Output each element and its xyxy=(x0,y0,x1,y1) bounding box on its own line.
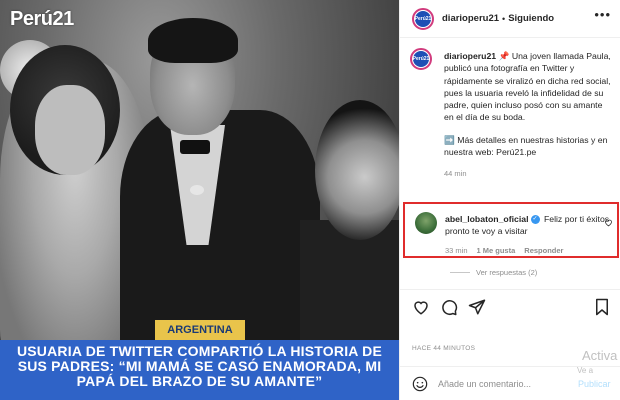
comment-bubble-icon[interactable] xyxy=(440,298,458,316)
caption-description: Una joven llamada Paula, publicó una fot… xyxy=(444,51,611,123)
verified-badge-icon: ✓ xyxy=(530,215,540,225)
post-image[interactable]: Perú21 ARGENTINA USUARIA DE TWITTER COMP… xyxy=(0,0,399,400)
lapel-flower xyxy=(190,185,204,195)
pin-icon: 📌 xyxy=(498,51,510,61)
country-tag: ARGENTINA xyxy=(155,320,245,340)
posted-time: HACE 44 MINUTOS xyxy=(412,345,476,352)
publish-button[interactable]: Publicar xyxy=(578,379,611,389)
account-username[interactable]: diarioperu21 xyxy=(442,13,499,24)
caption-username[interactable]: diarioperu21 xyxy=(444,51,496,61)
brand-logo: Perú21 xyxy=(10,8,74,30)
caption-time: 44 min xyxy=(444,169,467,179)
activation-watermark: Activa xyxy=(582,348,618,363)
avatar-logo: Perú21 xyxy=(415,10,431,27)
emoji-icon[interactable] xyxy=(412,376,428,392)
woman-head xyxy=(315,100,399,240)
comment-text: abel_lobaton_oficial ✓ Feliz por ti éxito… xyxy=(445,213,610,237)
activation-watermark-sub: Ve a xyxy=(577,366,594,375)
comment-likes[interactable]: 1 Me gusta xyxy=(477,246,516,255)
account-avatar[interactable]: Perú21 xyxy=(412,7,434,30)
highlighted-comment: abel_lobaton_oficial ✓ Feliz por ti éxito… xyxy=(403,202,619,258)
caption-avatar-logo: Perú21 xyxy=(413,51,429,67)
commenter-avatar[interactable] xyxy=(415,212,437,234)
post-header: Perú21 diarioperu21 • Siguiendo ••• xyxy=(400,0,620,38)
caption-text: diarioperu21 📌 Una joven llamada Paula, … xyxy=(444,50,614,124)
comment-like-heart-icon[interactable] xyxy=(604,218,613,227)
bride-face xyxy=(35,85,105,175)
groom-hair xyxy=(148,18,238,63)
comment-time: 33 min xyxy=(445,246,468,255)
save-bookmark-icon[interactable] xyxy=(593,298,611,316)
view-replies[interactable]: Ver respuestas (2) xyxy=(450,268,537,277)
caption-body: diarioperu21 📌 Una joven llamada Paula, … xyxy=(444,50,614,181)
commenter-username[interactable]: abel_lobaton_oficial xyxy=(445,214,529,224)
post-side-panel: Perú21 diarioperu21 • Siguiendo ••• Perú… xyxy=(399,0,620,400)
like-heart-icon[interactable] xyxy=(412,298,430,316)
bowtie xyxy=(180,140,210,154)
caption-avatar[interactable]: Perú21 xyxy=(410,48,432,70)
replies-divider xyxy=(450,272,470,273)
view-replies-label: Ver respuestas (2) xyxy=(476,268,538,277)
comment-meta: 33 min 1 Me gusta Responder xyxy=(445,246,563,255)
caption-link: ➡️ Más detalles en nuestras historias y … xyxy=(444,134,608,158)
headline-banner: USUARIA DE TWITTER COMPARTIÓ LA HISTORIA… xyxy=(0,340,399,400)
following-button[interactable]: Siguiendo xyxy=(508,13,554,24)
comment-input[interactable] xyxy=(438,376,568,392)
separator-dot: • xyxy=(502,13,506,24)
share-send-icon[interactable] xyxy=(468,298,486,316)
reply-button[interactable]: Responder xyxy=(524,246,563,255)
post-actions xyxy=(400,289,620,325)
more-options-icon[interactable]: ••• xyxy=(594,8,611,21)
